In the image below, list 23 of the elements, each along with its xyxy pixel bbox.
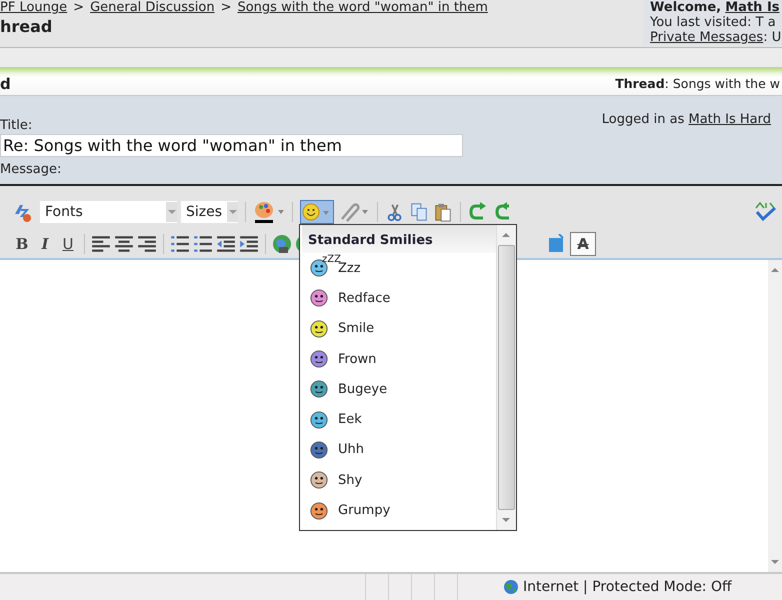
security-zone-text: Internet | Protected Mode: Off (523, 579, 732, 595)
smiley-name: Redface (338, 290, 390, 306)
private-messages-count: : U (763, 30, 782, 45)
smiley-name: Frown (338, 352, 376, 367)
smiley-name: Zzz (338, 260, 361, 276)
sleep-mark: zZZ (322, 254, 341, 265)
section-heading: d (0, 74, 11, 92)
breadcrumb-separator: > (220, 0, 232, 15)
smiley-name: Uhh (338, 442, 364, 458)
logged-in-text: Logged in as (602, 112, 684, 127)
menu-heading: Standard Smilies (302, 225, 496, 253)
smiley-name: Shy (338, 472, 362, 488)
last-visited-text: You last visited: T a (650, 15, 777, 30)
smiley-name: Eek (338, 412, 362, 428)
title-label: Title: (0, 118, 34, 133)
smiley-name: Smile (338, 321, 374, 336)
breadcrumb-separator: > (73, 0, 84, 15)
smiley-name: Grumpy (338, 503, 390, 518)
smiley-name: Bugeye (338, 382, 388, 397)
welcome-text: Welcome, (650, 0, 722, 15)
thread-info: Thread: Songs with the w (615, 76, 781, 91)
page-heading: hread (0, 17, 54, 36)
message-label: Message: (0, 162, 62, 177)
